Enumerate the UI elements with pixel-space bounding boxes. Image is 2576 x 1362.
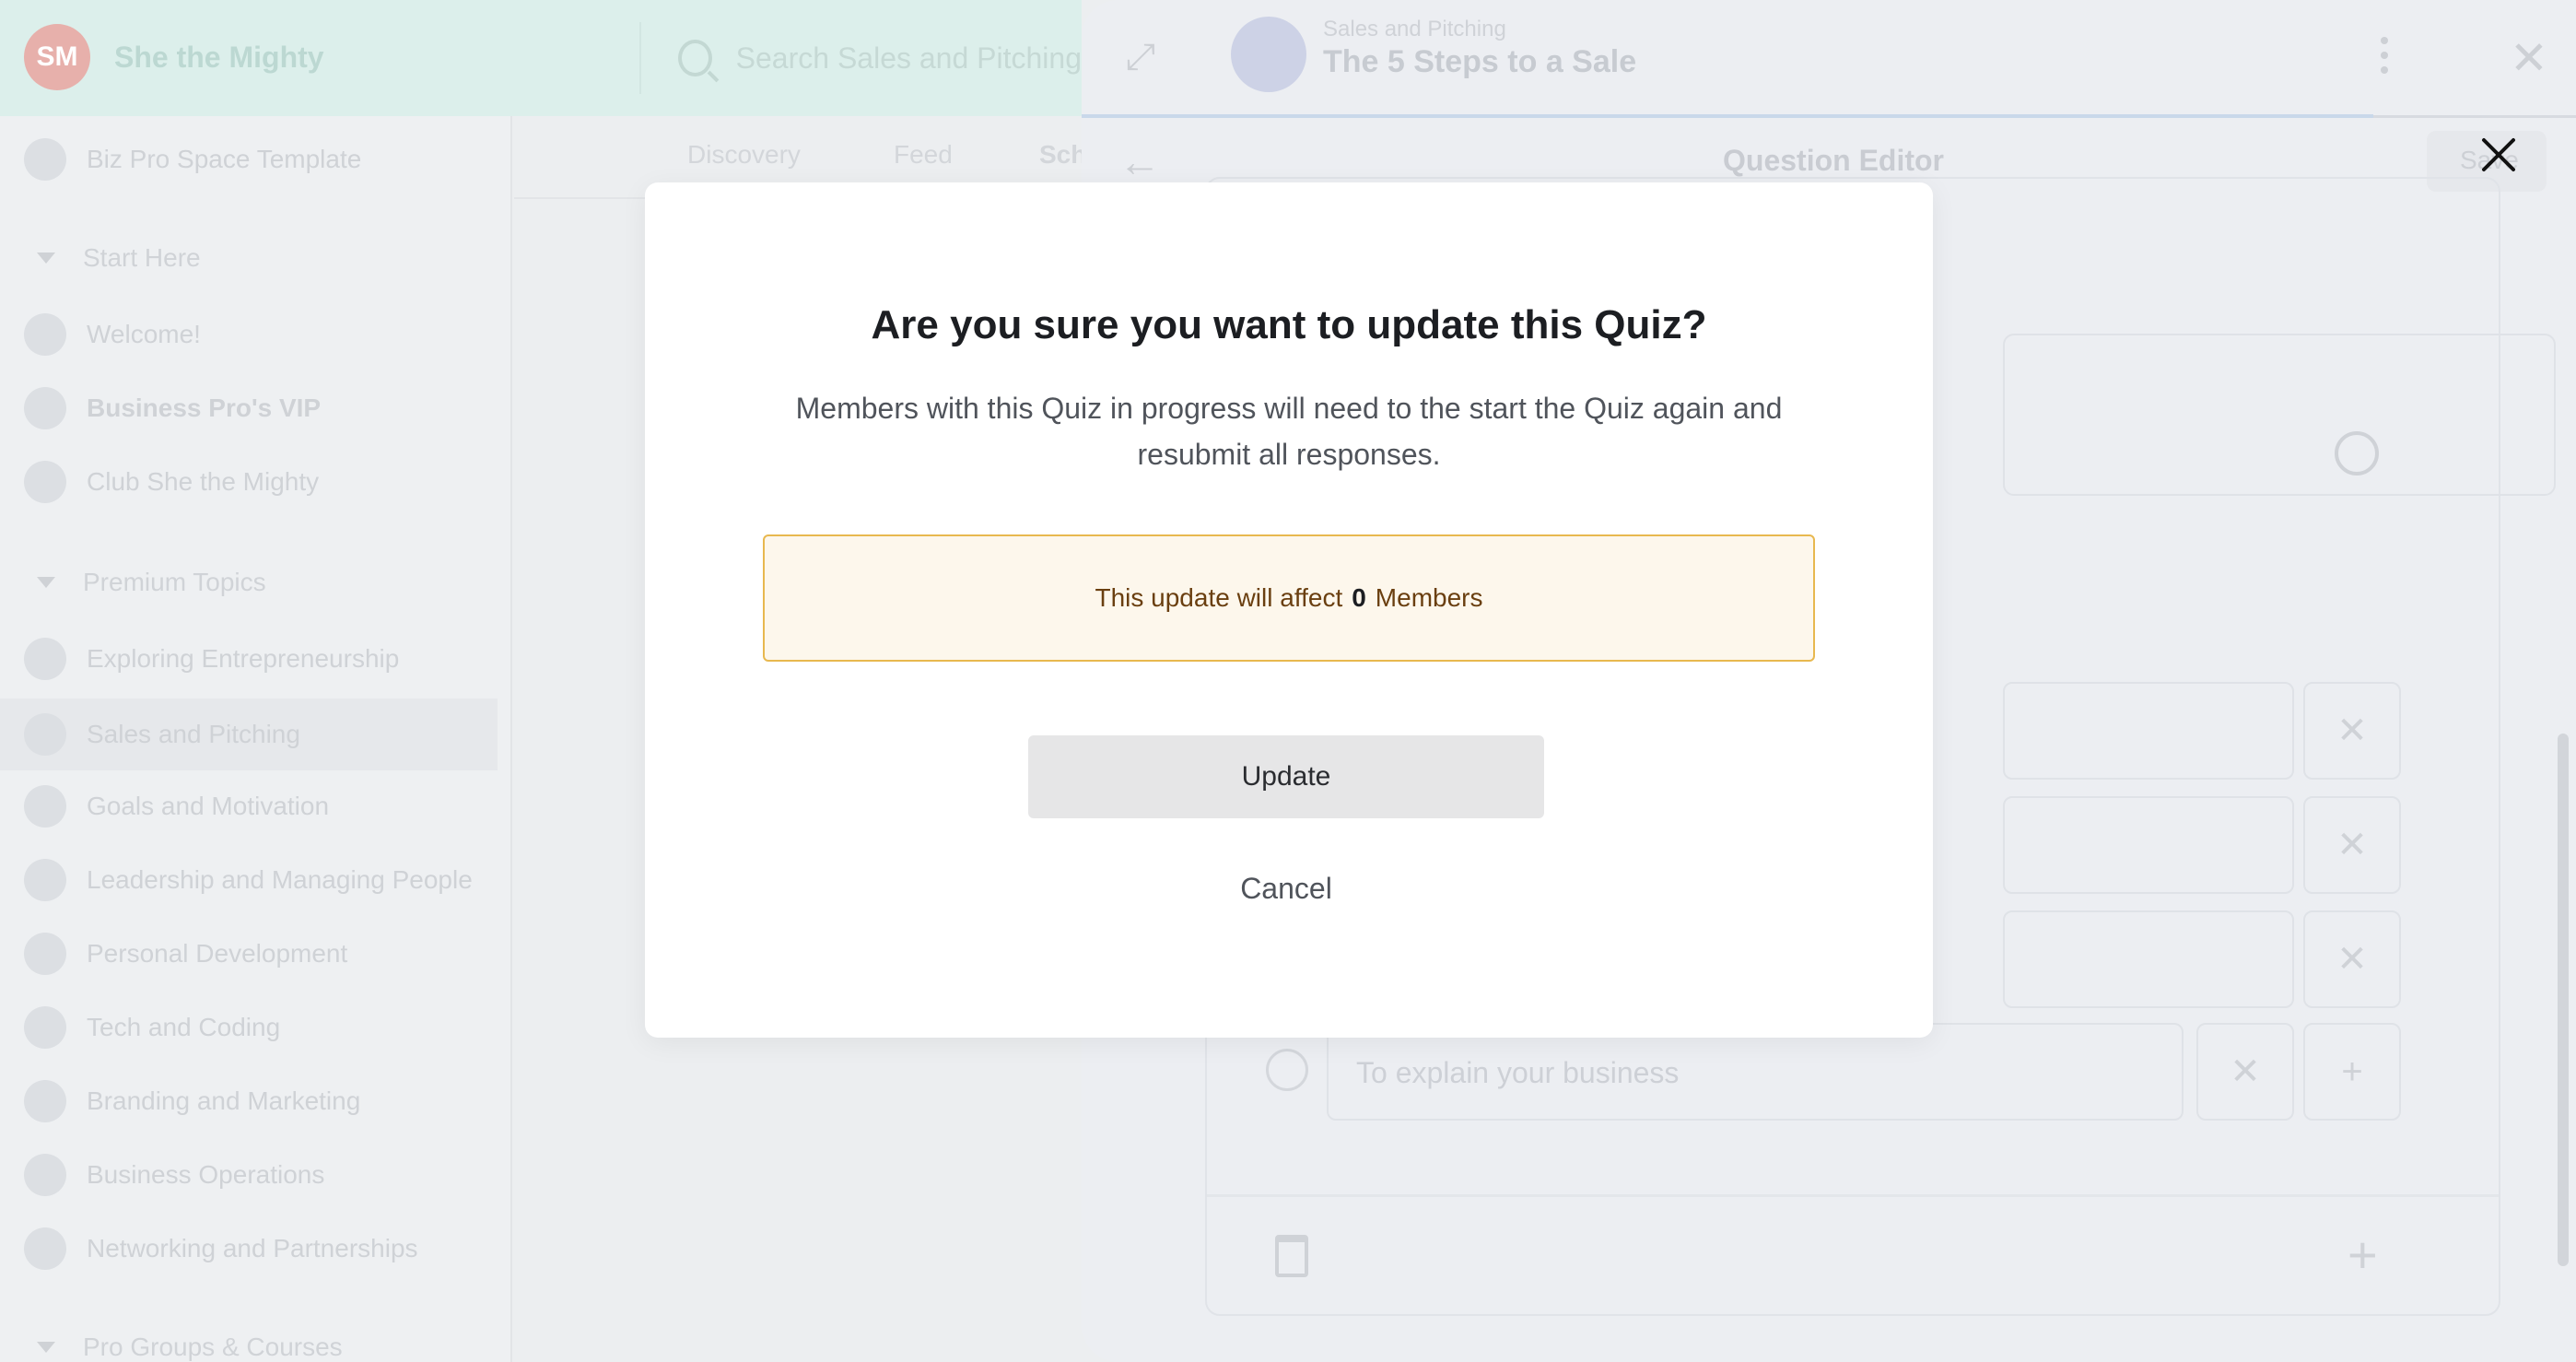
- sidebar-section-label: Start Here: [83, 243, 201, 272]
- sidebar-item-label: Business Pro's VIP: [87, 393, 322, 422]
- sidebar-item-vip[interactable]: Business Pro's VIP: [24, 387, 321, 429]
- tab-discovery[interactable]: Discovery: [687, 140, 801, 170]
- sidebar-item-personal-development[interactable]: Personal Development: [24, 933, 347, 975]
- warning-banner: This update will affect 0 Members: [763, 534, 1815, 662]
- caret-down-icon: [37, 577, 55, 588]
- sidebar-item-label: Personal Development: [87, 939, 348, 968]
- topic-avatar: [24, 859, 66, 901]
- topic-avatar: [24, 1006, 66, 1049]
- tab-feed[interactable]: Feed: [894, 140, 953, 170]
- option-input[interactable]: [2003, 682, 2294, 780]
- sidebar-section-start-here[interactable]: Start Here: [37, 243, 201, 273]
- heart-icon: [24, 313, 66, 356]
- progress-bar: [1082, 114, 2373, 118]
- arrow-left-icon[interactable]: ←: [1118, 136, 1161, 186]
- brand[interactable]: SM She the Mighty: [24, 24, 324, 90]
- sidebar-item-label: Biz Pro Space Template: [87, 145, 362, 173]
- sidebar-item-label: Leadership and Managing People: [87, 865, 473, 894]
- sidebar-section-premium-topics[interactable]: Premium Topics: [37, 568, 266, 597]
- dialog-description: Members with this Quiz in progress will …: [795, 392, 1783, 471]
- search-input[interactable]: Search Sales and Pitching: [736, 41, 1082, 76]
- topic-avatar: [24, 638, 66, 680]
- warning-prefix: This update will affect: [1095, 583, 1343, 612]
- update-button[interactable]: Update: [1028, 735, 1544, 818]
- remove-option-icon[interactable]: ✕: [2303, 910, 2401, 1008]
- sidebar-item-label: Club She the Mighty: [87, 467, 320, 496]
- sidebar-item-goals[interactable]: Goals and Motivation: [24, 785, 329, 828]
- remove-option-icon[interactable]: ✕: [2196, 1023, 2294, 1121]
- affected-count: 0: [1352, 583, 1366, 612]
- emoji-icon[interactable]: [2335, 431, 2379, 476]
- sidebar-item-entrepreneurship[interactable]: Exploring Entrepreneurship: [24, 638, 399, 680]
- sidebar-item-branding[interactable]: Branding and Marketing: [24, 1080, 360, 1122]
- remove-option-icon[interactable]: ✕: [2303, 682, 2401, 780]
- brand-name: She the Mighty: [114, 40, 324, 74]
- caret-down-icon: [37, 252, 55, 264]
- trash-icon[interactable]: [1275, 1235, 1308, 1277]
- topic-avatar: [24, 1080, 66, 1122]
- add-option-icon[interactable]: +: [2303, 1023, 2401, 1121]
- sidebar-section-label: Pro Groups & Courses: [83, 1333, 343, 1361]
- app-topbar: SM She the Mighty Search Sales and Pitch…: [0, 0, 1082, 116]
- card-divider: [1207, 1194, 2499, 1197]
- option-radio[interactable]: [1266, 1049, 1308, 1091]
- sidebar-item-networking[interactable]: Networking and Partnerships: [24, 1227, 418, 1270]
- sidebar-item-welcome[interactable]: Welcome!: [24, 313, 201, 356]
- space-icon: [24, 138, 66, 181]
- club-icon: [24, 461, 66, 503]
- close-icon[interactable]: [2473, 129, 2524, 181]
- search-bar[interactable]: Search Sales and Pitching: [639, 22, 1082, 94]
- sidebar-section-pro-groups[interactable]: Pro Groups & Courses: [37, 1333, 343, 1362]
- sidebar-item-label: Sales and Pitching: [87, 720, 300, 748]
- sidebar-item-label: Branding and Marketing: [87, 1086, 361, 1115]
- sidebar-item-operations[interactable]: Business Operations: [24, 1154, 324, 1196]
- cancel-button[interactable]: Cancel: [1028, 864, 1544, 912]
- topic-avatar: [24, 933, 66, 975]
- sidebar-item-label: Tech and Coding: [87, 1013, 281, 1041]
- editor-title: Question Editor: [1723, 144, 1944, 177]
- drawer-close-icon[interactable]: ✕: [2510, 35, 2548, 81]
- question-input[interactable]: [2003, 334, 2556, 496]
- sidebar-item-club[interactable]: Club She the Mighty: [24, 461, 319, 503]
- topic-avatar: [24, 785, 66, 828]
- option-input[interactable]: [2003, 910, 2294, 1008]
- sidebar-item-template[interactable]: Biz Pro Space Template: [24, 138, 361, 181]
- confirm-dialog: Are you sure you want to update this Qui…: [645, 182, 1933, 1038]
- caret-down-icon: [37, 1342, 55, 1353]
- dialog-title: Are you sure you want to update this Qui…: [871, 302, 1707, 347]
- remove-option-icon[interactable]: ✕: [2303, 796, 2401, 894]
- sidebar: Biz Pro Space Template Start Here Welcom…: [0, 116, 512, 1362]
- drawer-header: ⤢ Sales and Pitching The 5 Steps to a Sa…: [1082, 0, 2576, 118]
- more-vertical-icon[interactable]: [2381, 37, 2390, 77]
- sidebar-item-sales[interactable]: Sales and Pitching: [0, 699, 498, 770]
- scrollbar[interactable]: [2558, 734, 2569, 1266]
- sidebar-item-tech[interactable]: Tech and Coding: [24, 1006, 280, 1049]
- option-input[interactable]: [2003, 796, 2294, 894]
- lesson-avatar: [1231, 17, 1306, 92]
- sidebar-item-leadership[interactable]: Leadership and Managing People: [24, 859, 473, 901]
- plus-icon[interactable]: +: [2348, 1229, 2378, 1281]
- search-icon: [678, 40, 712, 76]
- topic-avatar: [24, 1227, 66, 1270]
- sidebar-item-label: Welcome!: [87, 320, 201, 348]
- topic-avatar: [24, 1154, 66, 1196]
- sidebar-item-label: Business Operations: [87, 1160, 325, 1189]
- expand-icon[interactable]: ⤢: [1122, 39, 1159, 76]
- sidebar-item-label: Exploring Entrepreneurship: [87, 644, 400, 673]
- warning-suffix: Members: [1375, 583, 1483, 612]
- sidebar-item-label: Networking and Partnerships: [87, 1234, 418, 1262]
- sidebar-section-label: Premium Topics: [83, 568, 266, 596]
- topic-avatar: [24, 713, 66, 756]
- drawer-subtitle: Sales and Pitching: [1323, 17, 1506, 41]
- star-icon: [24, 387, 66, 429]
- brand-logo: SM: [24, 24, 90, 90]
- drawer-title: The 5 Steps to a Sale: [1323, 44, 1637, 79]
- sidebar-item-label: Goals and Motivation: [87, 792, 330, 820]
